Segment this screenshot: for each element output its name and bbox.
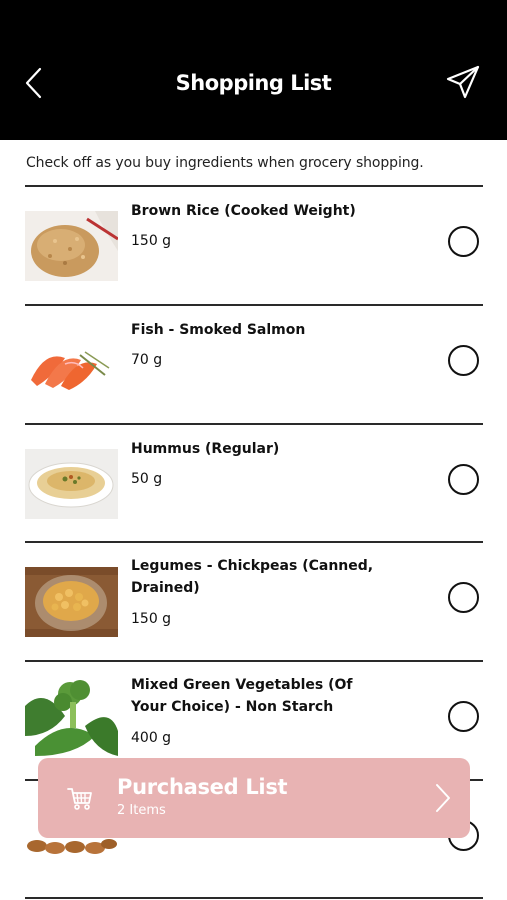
app-header: Shopping List (0, 0, 507, 140)
item-checkbox[interactable] (448, 226, 479, 257)
divider (25, 185, 483, 187)
purchased-list-button[interactable]: Purchased List 2 Items (38, 758, 470, 838)
instructions-text: Check off as you buy ingredients when gr… (26, 155, 424, 171)
item-quantity: 150 g (131, 233, 172, 249)
item-checkbox[interactable] (448, 582, 479, 613)
item-name: Fish - Smoked Salmon (131, 322, 306, 338)
purchased-item-count: 2 Items (117, 803, 166, 818)
brown-rice-image (25, 211, 118, 281)
item-checkbox[interactable] (448, 345, 479, 376)
smoked-salmon-image (25, 330, 118, 400)
chickpeas-image (25, 567, 118, 637)
item-checkbox[interactable] (448, 701, 479, 732)
divider (25, 660, 483, 662)
divider (25, 304, 483, 306)
item-checkbox[interactable] (448, 464, 479, 495)
item-quantity: 400 g (131, 730, 172, 746)
divider (25, 423, 483, 425)
share-button[interactable] (445, 64, 481, 100)
item-name: Hummus (Regular) (131, 441, 280, 457)
purchased-list-title: Purchased List (117, 775, 288, 799)
green-vegetables-image (25, 676, 118, 756)
divider (25, 897, 483, 899)
hummus-image (25, 449, 118, 519)
item-name: Brown Rice (Cooked Weight) (131, 203, 356, 219)
item-name: Legumes - Chickpeas (Canned, Drained) (131, 558, 374, 596)
list-item: Brown Rice (Cooked Weight) 150 g (0, 198, 507, 316)
list-item: Legumes - Chickpeas (Canned, Drained) 15… (0, 554, 507, 672)
chevron-right-icon (436, 784, 450, 812)
item-quantity: 50 g (131, 471, 163, 487)
divider (25, 541, 483, 543)
item-quantity: 70 g (131, 352, 163, 368)
cart-icon (67, 788, 92, 810)
list-item: Fish - Smoked Salmon 70 g (0, 317, 507, 435)
paper-plane-icon (446, 65, 480, 99)
item-quantity: 150 g (131, 611, 172, 627)
list-item: Hummus (Regular) 50 g (0, 436, 507, 554)
page-title: Shopping List (175, 71, 332, 95)
item-name: Mixed Green Vegetables (Of Your Choice) … (131, 677, 353, 715)
